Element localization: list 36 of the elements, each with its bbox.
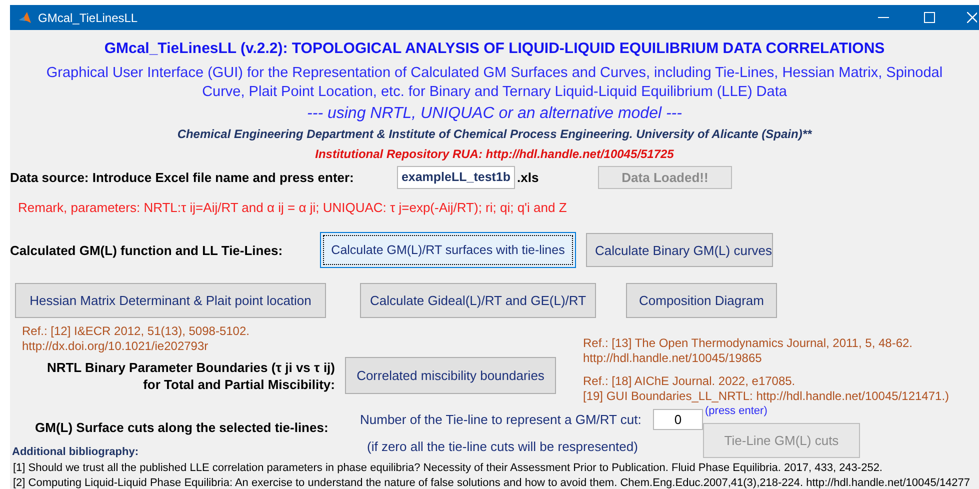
- reference-text: Ref.: [12] I&ECR 2012, 51(13), 5098-5102.: [22, 324, 250, 339]
- data-source-label: Data source: Introduce Excel file name and press enter:: [10, 170, 355, 184]
- file-extension: .xls: [517, 170, 540, 184]
- app-subtitle: Graphical User Interface (GUI) for the Representation of Calculated GM Surfaces and Curves, including Tie-Lines, Hessian Matrix, Spinodal Curve, Plait Point Location, etc. for Binary and Ternary Liquid-Liquid Equilibrium (LLE) Data: [45, 64, 944, 102]
- tie-lines-label: Calculated GM(L) function and LL Tie-Lines:: [10, 242, 284, 258]
- reference-text: Ref.: [18] AIChE Journal. 2022, e17085.: [583, 374, 796, 389]
- boundaries-label: NRTL Binary Parameter Boundaries (τ ji vs τ ij) for Total and Partial Miscibility:: [46, 358, 335, 392]
- repository-link[interactable]: Institutional Repository RUA: http://hdl.handle.net/10045/51725: [10, 146, 979, 162]
- close-icon[interactable]: [967, 12, 977, 23]
- analysis-button[interactable]: Calculate Gideal(L)/RT and GE(L)/RT: [360, 282, 596, 318]
- reference-text: [19] GUI Boundaries_LL_NRTL: http://hdl.handle.net/10045/121471.): [583, 389, 950, 404]
- affiliation-text: Chemical Engineering Department & Institute of Chemical Process Engineering. University of Alicante (Spain)**: [176, 126, 813, 142]
- file-name-field[interactable]: exampleLL_test1b: [397, 166, 515, 188]
- calculate-button[interactable]: Calculate Binary GM(L) curves: [586, 233, 773, 267]
- models-note: --- using NRTL, UNIQUAC or an alternative model ---: [306, 104, 683, 124]
- reference-text: http://hdl.handle.net/10045/19865: [583, 351, 762, 366]
- app-logo-icon: [18, 10, 32, 24]
- bibliography-entry: [1] Should we trust all the published LLE correlation parameters in phase equilibria? Necessity of their Assessment Prior to Publication. Fluid Phase Equilibria. 2017, 433, 243-252.: [13, 461, 884, 476]
- calculate-button[interactable]: Calculate GM(L)/RT surfaces with tie-lines: [320, 232, 576, 268]
- tie-line-note: (if zero all the tie-line cuts will be respresented): [367, 439, 639, 454]
- maximize-icon[interactable]: [924, 12, 935, 23]
- reference-text: Ref.: [13] The Open Thermodynamics Journal, 2011, 5, 48-62.: [583, 336, 913, 351]
- bibliography-heading: Additional bibliography:: [12, 446, 140, 458]
- parameters-remark: Remark, parameters: NRTL:τ ij=Aij/RT and α ij = α ji; UNIQUAC: τ j=exp(-Aij/RT); ri; qi; q'i and Z: [18, 199, 568, 217]
- surface-cuts-label: GM(L) Surface cuts along the selected tie-lines:: [35, 420, 330, 435]
- analysis-button[interactable]: Composition Diagram: [626, 282, 777, 318]
- reference-text: http://dx.doi.org/10.1021/ie202793r: [22, 339, 208, 354]
- tie-line-number-field[interactable]: 0: [653, 409, 703, 430]
- window-title: GMcal_TieLinesLL: [38, 10, 138, 24]
- minimize-icon[interactable]: [878, 16, 889, 18]
- app-heading: GMcal_TieLinesLL (v.2.2): TOPOLOGICAL ANALYSIS OF LIQUID-LIQUID EQUILIBRIUM DATA CORRELATIONS: [103, 39, 886, 58]
- press-enter-hint: (press enter): [705, 405, 768, 418]
- miscibility-boundaries-button[interactable]: Correlated miscibility boundaries: [345, 357, 556, 394]
- analysis-button[interactable]: Hessian Matrix Determinant & Plait point location: [15, 282, 326, 318]
- tie-line-prompt: Number of the Tie-line to represent a GM/RT cut:: [360, 412, 642, 427]
- bibliography-entry: [2] Computing Liquid-Liquid Phase Equilibria: An exercise to understand the nature of false solutions and how to avoid them. Chem.Eng.Educ.2007,41(3),218-224. http://hdl.handle.net/10045/14277: [13, 476, 972, 489]
